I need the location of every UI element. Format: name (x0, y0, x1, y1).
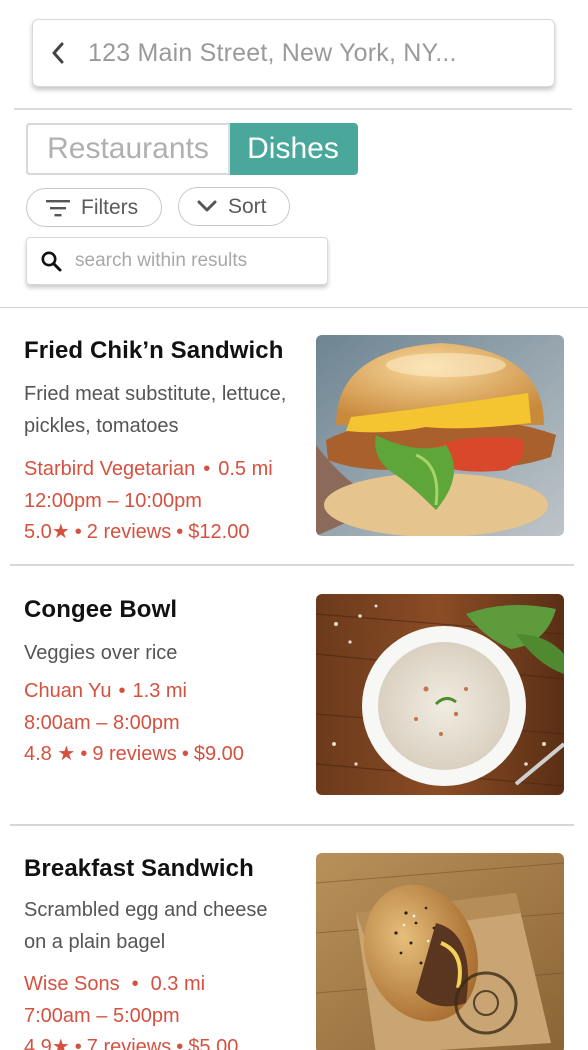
dish-name: Breakfast Sandwich (24, 855, 254, 882)
rating-value: 4.9 (24, 1036, 52, 1050)
tab-dishes[interactable]: Dishes (230, 125, 356, 173)
back-button[interactable] (33, 20, 83, 86)
sort-label: Sort (228, 194, 267, 218)
hours: 12:00pm – 10:00pm (24, 489, 202, 512)
dish-description: Fried meat substitute, lettuce, pickles,… (24, 383, 287, 437)
restaurant-name[interactable]: Chuan Yu (24, 680, 112, 702)
mode-toggle: Restaurants Dishes (26, 123, 358, 175)
distance: 0.3 mi (150, 973, 206, 995)
hours: 8:00am – 8:00pm (24, 711, 180, 734)
rating-value: 5.0 (24, 521, 52, 543)
star-icon: ★ (51, 521, 70, 543)
address-bar[interactable]: 123 Main Street, New York, NY... (32, 19, 555, 87)
dot-separator: • (74, 1036, 82, 1050)
star-icon: ★ (57, 743, 76, 765)
results-divider (0, 307, 588, 308)
filters-button[interactable]: Filters (26, 188, 162, 227)
fried-chicken-sandwich-photo[interactable] (316, 335, 564, 536)
chevron-down-icon (197, 200, 217, 212)
price: $12.00 (188, 521, 250, 543)
rating-line: 4.9★ • 7 reviews • $5.00 (24, 1032, 309, 1050)
dish-name: Fried Chik’n Sandwich (24, 337, 284, 364)
dot-separator: • (176, 1036, 184, 1050)
tab-restaurants[interactable]: Restaurants (28, 125, 230, 173)
row-divider (10, 824, 574, 826)
rating-line: 5.0★ • 2 reviews • $12.00 (24, 517, 309, 549)
restaurant-line: Wise Sons • 0.3 mi (24, 969, 309, 1001)
dot-separator: • (131, 973, 139, 995)
restaurant-name[interactable]: Wise Sons (24, 973, 120, 995)
review-count[interactable]: 7 reviews (87, 1036, 171, 1050)
dot-separator: • (118, 680, 126, 702)
restaurant-line: Starbird Vegetarian • 0.5 mi (24, 454, 309, 486)
dish-description: Veggies over rice (24, 642, 178, 664)
review-count[interactable]: 9 reviews (92, 743, 176, 765)
address-text: 123 Main Street, New York, NY... (88, 38, 457, 67)
breakfast-bagel-sandwich-photo[interactable] (316, 853, 564, 1050)
restaurant-name[interactable]: Starbird Vegetarian (24, 458, 195, 480)
filter-lines-icon (46, 199, 70, 216)
dot-separator: • (80, 743, 88, 765)
header-divider (14, 108, 572, 110)
dot-separator: • (181, 743, 189, 765)
chevron-left-icon (52, 42, 64, 64)
row-divider (10, 564, 574, 566)
review-count[interactable]: 2 reviews (87, 521, 171, 543)
rating-line: 4.8 ★ • 9 reviews • $9.00 (24, 739, 309, 771)
dot-separator: • (176, 521, 184, 543)
filters-label: Filters (81, 195, 139, 219)
restaurant-line: Chuan Yu • 1.3 mi (24, 676, 309, 708)
dot-separator: • (203, 458, 211, 480)
distance: 1.3 mi (132, 680, 187, 702)
dot-separator: • (74, 521, 82, 543)
sort-button[interactable]: Sort (178, 187, 290, 226)
search-within-results[interactable] (26, 237, 328, 285)
search-input[interactable] (75, 250, 315, 272)
search-icon (41, 251, 62, 272)
price: $5.00 (188, 1036, 239, 1050)
dish-name: Congee Bowl (24, 596, 178, 623)
dish-description: Scrambled egg and cheese on a plain bage… (24, 899, 268, 953)
distance: 0.5 mi (218, 458, 273, 480)
rating-value: 4.8 (24, 743, 52, 765)
star-icon: ★ (51, 1036, 70, 1050)
price: $9.00 (193, 743, 244, 765)
hours: 7:00am – 5:00pm (24, 1004, 180, 1027)
congee-bowl-photo[interactable] (316, 594, 564, 795)
